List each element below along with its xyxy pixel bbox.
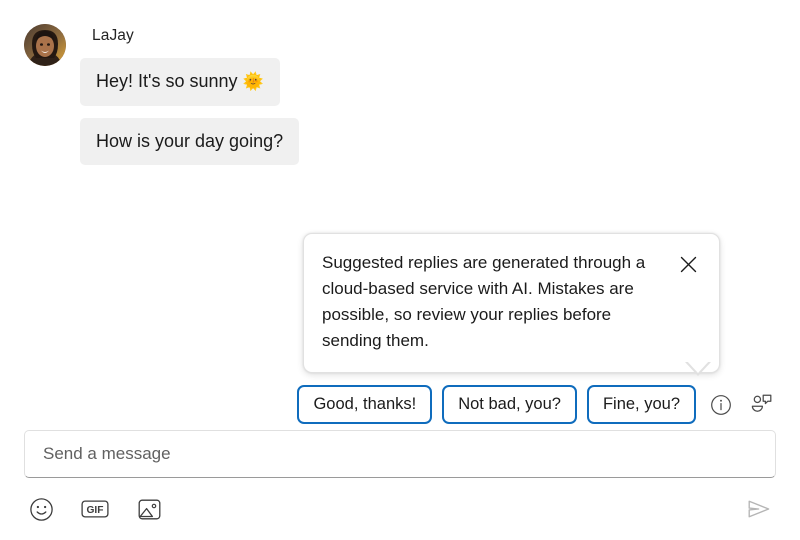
gif-icon[interactable]: GIF <box>78 492 112 526</box>
avatar[interactable] <box>24 24 66 66</box>
message-bubble[interactable]: Hey! It's so sunny 🌞 <box>80 58 280 106</box>
suggested-replies-row: Good, thanks! Not bad, you? Fine, you? <box>297 385 776 430</box>
message-text: Hey! It's so sunny <box>96 71 243 91</box>
send-icon[interactable] <box>742 492 776 526</box>
chat-window: LaJay Hey! It's so sunny 🌞 How is your d… <box>0 0 800 540</box>
message-group-body: LaJay Hey! It's so sunny 🌞 How is your d… <box>80 20 300 165</box>
emoji-icon[interactable] <box>24 492 58 526</box>
message-group: LaJay Hey! It's so sunny 🌞 How is your d… <box>24 20 776 165</box>
composer-toolbar: GIF <box>0 478 800 540</box>
message-input-wrapper[interactable] <box>24 430 776 478</box>
close-icon[interactable] <box>675 251 701 277</box>
image-icon[interactable] <box>132 492 166 526</box>
composer <box>0 430 800 478</box>
suggested-reply-chip[interactable]: Fine, you? <box>586 385 696 424</box>
suggested-replies-icon[interactable] <box>746 390 776 420</box>
callout-text: Suggested replies are generated through … <box>322 253 646 350</box>
sender-name: LaJay <box>92 27 134 44</box>
message-input[interactable] <box>41 442 759 466</box>
message-text: How is your day going? <box>96 131 284 151</box>
composer-toolbar-left: GIF <box>24 492 166 526</box>
svg-text:GIF: GIF <box>87 505 104 516</box>
callout-tail-fill <box>686 360 710 373</box>
ai-disclaimer-callout: Suggested replies are generated through … <box>303 233 720 376</box>
info-circle-icon[interactable] <box>706 390 736 420</box>
suggested-reply-chip[interactable]: Not bad, you? <box>442 385 577 424</box>
suggested-reply-chip[interactable]: Good, thanks! <box>297 385 433 424</box>
sun-emoji: 🌞 <box>242 72 264 91</box>
message-bubble[interactable]: How is your day going? <box>80 118 300 165</box>
message-thread: LaJay Hey! It's so sunny 🌞 How is your d… <box>0 0 800 385</box>
suggested-replies-area: Good, thanks! Not bad, you? Fine, you? <box>0 385 800 430</box>
